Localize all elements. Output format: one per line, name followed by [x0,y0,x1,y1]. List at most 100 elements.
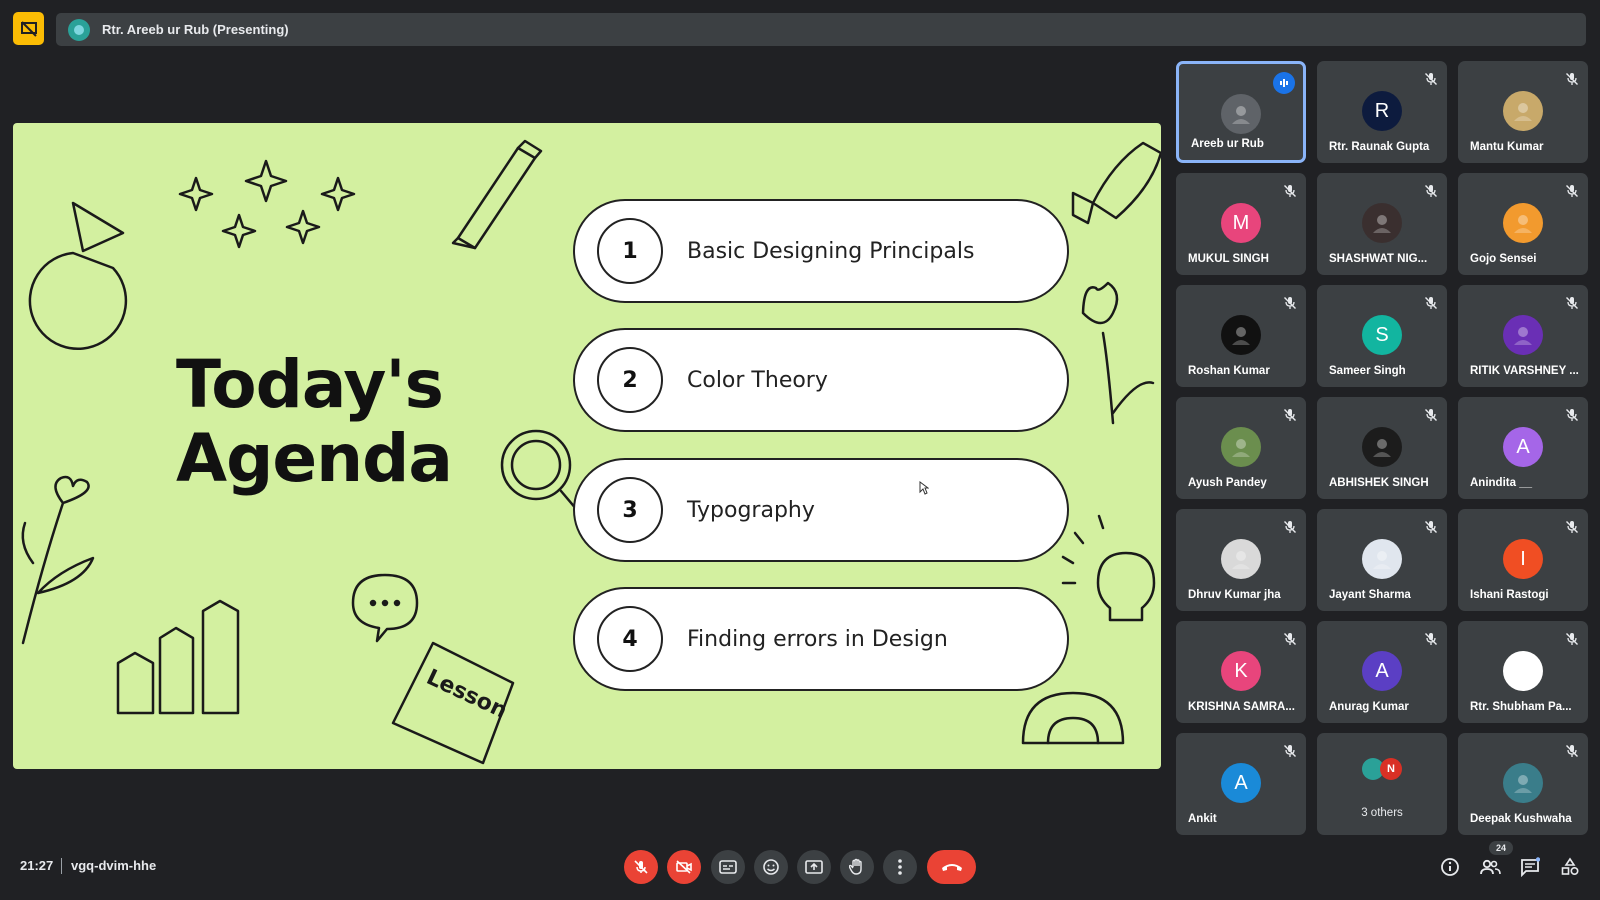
participant-name: Ayush Pandey [1188,477,1267,489]
participant-tile[interactable]: A Ankit [1176,733,1306,835]
agenda-label: Typography [687,497,815,523]
participant-name: Gojo Sensei [1470,253,1537,265]
participant-avatar [1221,539,1261,579]
hang-up-icon [941,864,962,871]
captions-button[interactable] [711,850,745,884]
agenda-number: 3 [597,477,663,543]
others-avatar-stack: N [1357,757,1407,781]
participant-tile[interactable]: ABHISHEK SINGH [1317,397,1447,499]
participant-tile[interactable]: Dhruv Kumar jha [1176,509,1306,611]
participant-avatar [1221,427,1261,467]
participant-name: RITIK VARSHNEY ... [1470,365,1579,377]
participant-name: Ishani Rastogi [1470,589,1549,601]
participant-tile[interactable]: I Ishani Rastogi [1458,509,1588,611]
participant-avatar: S [1362,315,1402,355]
participant-name: SHASHWAT NIG... [1329,253,1428,265]
participant-tile[interactable]: Roshan Kumar [1176,285,1306,387]
present-icon [805,860,823,874]
activities-button[interactable] [1558,855,1582,879]
emoji-icon [763,859,779,875]
agenda-item: 4 Finding errors in Design [573,587,1069,691]
agenda-item: 2 Color Theory [573,328,1069,432]
raise-hand-button[interactable] [840,850,874,884]
people-button[interactable] [1478,855,1502,879]
participant-tile[interactable]: Rtr. Shubham Pa... [1458,621,1588,723]
participant-avatar [1221,94,1261,134]
participant-name: Areeb ur Rub [1191,138,1264,150]
others-initial-avatar: N [1380,758,1402,780]
meeting-code: vgq-dvim-hhe [71,858,157,873]
participant-tile[interactable]: RITIK VARSHNEY ... [1458,285,1588,387]
participant-tile[interactable]: K KRISHNA SAMRA... [1176,621,1306,723]
people-count-badge: 24 [1489,841,1513,855]
participant-avatar: M [1221,203,1261,243]
participant-avatar: K [1221,651,1261,691]
slide-title: Today's Agenda [176,346,453,497]
presenter-label: Rtr. Areeb ur Rub (Presenting) [102,22,289,37]
participant-tile[interactable]: A Anindita __ [1458,397,1588,499]
participant-name: ABHISHEK SINGH [1329,477,1429,489]
participant-tile[interactable]: R Rtr. Raunak Gupta [1317,61,1447,163]
participant-tile[interactable]: Jayant Sharma [1317,509,1447,611]
participant-tile[interactable]: A Anurag Kumar [1317,621,1447,723]
participant-avatar [1503,651,1543,691]
participant-tile[interactable]: N 3 others [1317,733,1447,835]
participant-name: Roshan Kumar [1188,365,1270,377]
info-icon [1441,858,1459,876]
camera-toggle-button[interactable] [667,850,701,884]
participant-name: Jayant Sharma [1329,589,1411,601]
participant-avatar [1503,91,1543,131]
mic-toggle-button[interactable] [624,850,658,884]
participant-name: Anindita __ [1470,477,1532,489]
camera-off-icon [676,860,692,874]
participant-name: Rtr. Raunak Gupta [1329,141,1430,153]
chat-button[interactable] [1518,855,1542,879]
agenda-number: 4 [597,606,663,672]
presenter-bar: Rtr. Areeb ur Rub (Presenting) [56,13,1586,46]
participant-avatar [1221,315,1261,355]
shared-slide: Lesson Today's Agenda 1 Basic Designing … [13,123,1161,769]
participant-name: Rtr. Shubham Pa... [1470,701,1572,713]
participant-avatar [1362,427,1402,467]
participant-avatar: R [1362,91,1402,131]
participant-tile[interactable]: S Sameer Singh [1317,285,1447,387]
more-options-button[interactable] [883,850,917,884]
agenda-label: Color Theory [687,367,828,393]
title-line-1: Today's [176,346,444,423]
shapes-icon [1561,857,1579,876]
participant-tile[interactable]: Gojo Sensei [1458,173,1588,275]
agenda-number: 1 [597,218,663,284]
meeting-details-button[interactable] [1438,855,1462,879]
participant-tile[interactable]: M MUKUL SINGH [1176,173,1306,275]
participant-name: Sameer Singh [1329,365,1406,377]
leave-call-button[interactable] [927,850,976,884]
participant-avatar [1503,203,1543,243]
participant-tile[interactable]: Mantu Kumar [1458,61,1588,163]
present-screen-button[interactable] [797,850,831,884]
participant-avatar [1503,315,1543,355]
participant-tile[interactable]: Areeb ur Rub [1176,61,1306,163]
presentation-status-icon[interactable] [13,12,44,45]
participant-tile[interactable]: Deepak Kushwaha [1458,733,1588,835]
participant-avatar: A [1221,763,1261,803]
participant-avatar: A [1362,651,1402,691]
participant-name: KRISHNA SAMRA... [1188,701,1295,713]
participant-tile[interactable]: SHASHWAT NIG... [1317,173,1447,275]
speaking-indicator-icon [1273,72,1295,94]
participant-name: Mantu Kumar [1470,141,1544,153]
captions-icon [719,860,737,874]
title-line-2: Agenda [176,420,453,497]
chat-icon [1521,857,1540,877]
participant-name: Deepak Kushwaha [1470,813,1572,825]
participant-name: Ankit [1188,813,1217,825]
participant-avatar: I [1503,539,1543,579]
hand-icon [849,858,862,875]
participant-avatar [1362,539,1402,579]
divider [61,858,62,874]
reactions-button[interactable] [754,850,788,884]
people-icon [1480,859,1501,875]
more-vert-icon [898,859,902,875]
participant-tile[interactable]: Ayush Pandey [1176,397,1306,499]
mic-off-icon [634,860,648,874]
participant-name: Dhruv Kumar jha [1188,589,1281,601]
